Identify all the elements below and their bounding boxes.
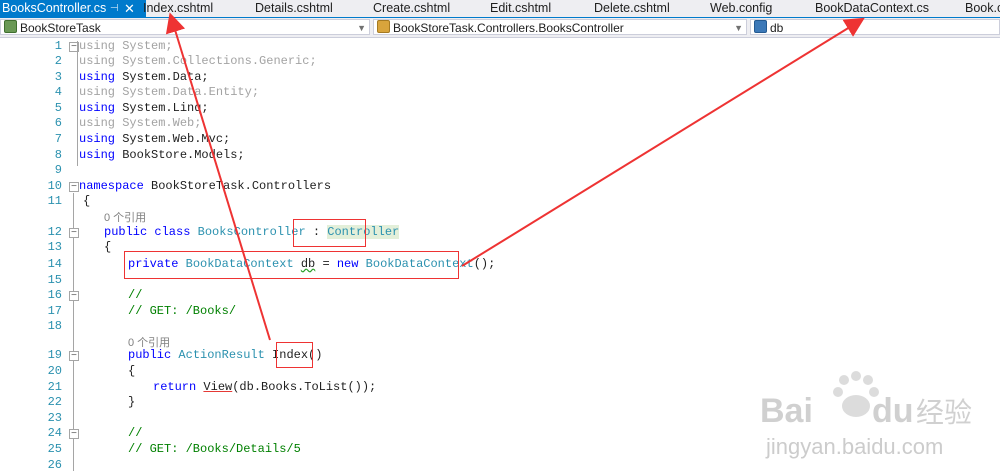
document-tab-strip: BooksController.cs ⊣ ✕ Index.cshtml Deta… bbox=[0, 0, 1000, 18]
tab-index-cshtml[interactable]: Index.cshtml bbox=[143, 0, 213, 17]
code-line: using System.Web.Mvc; bbox=[79, 132, 231, 146]
project-name: BookStoreTask bbox=[20, 21, 101, 35]
line-number: 20 bbox=[47, 364, 62, 378]
type-dropdown[interactable]: BookStoreTask.Controllers.BooksControlle… bbox=[373, 19, 747, 35]
code-line: // GET: /Books/ bbox=[128, 304, 237, 318]
svg-text:Bai: Bai bbox=[760, 392, 813, 430]
tab-label: Book.cs bbox=[965, 1, 1000, 15]
project-dropdown[interactable]: BookStoreTask ▼ bbox=[0, 19, 370, 35]
collapse-icon[interactable]: − bbox=[69, 228, 79, 239]
code-line: using System.Web; bbox=[79, 116, 202, 130]
member-name: db bbox=[770, 21, 784, 35]
csharp-project-icon bbox=[4, 20, 17, 33]
line-number: 1 bbox=[54, 39, 62, 53]
line-number: 14 bbox=[47, 257, 62, 271]
line-number: 5 bbox=[54, 101, 62, 115]
code-line: using System.Collections.Generic; bbox=[79, 54, 317, 68]
tab-label: Index.cshtml bbox=[143, 1, 214, 15]
tab-create-cshtml[interactable]: Create.cshtml bbox=[373, 0, 450, 17]
code-line: { bbox=[104, 240, 112, 254]
line-number: 4 bbox=[54, 85, 62, 99]
svg-text:du: du bbox=[872, 392, 914, 430]
code-line: using System.Data.Entity; bbox=[79, 85, 260, 99]
line-number: 7 bbox=[54, 132, 62, 146]
code-line: using System.Data; bbox=[79, 70, 209, 84]
line-number: 21 bbox=[47, 380, 62, 394]
chevron-down-icon: ▼ bbox=[357, 23, 366, 33]
code-line: // bbox=[128, 288, 143, 302]
tab-book-data-context[interactable]: BookDataContext.cs bbox=[815, 0, 929, 17]
line-number: 6 bbox=[54, 116, 62, 130]
line-number: 8 bbox=[54, 148, 62, 162]
line-number: 11 bbox=[47, 194, 62, 208]
type-name: BookStoreTask.Controllers.BooksControlle… bbox=[393, 21, 624, 35]
code-line: using BookStore.Models; bbox=[79, 148, 245, 162]
line-number: 12 bbox=[47, 225, 62, 239]
field-icon bbox=[754, 20, 767, 33]
tab-details-cshtml[interactable]: Details.cshtml bbox=[255, 0, 333, 17]
tab-books-controller[interactable]: BooksController.cs ⊣ ✕ bbox=[0, 0, 146, 17]
tab-label: Delete.cshtml bbox=[594, 1, 670, 15]
tab-edit-cshtml[interactable]: Edit.cshtml bbox=[490, 0, 551, 17]
line-number: 2 bbox=[54, 54, 62, 68]
close-icon[interactable]: ✕ bbox=[124, 0, 135, 17]
line-number: 18 bbox=[47, 319, 62, 333]
collapse-icon[interactable]: − bbox=[69, 182, 79, 193]
annotation-box-index bbox=[276, 342, 313, 368]
code-line: { bbox=[83, 194, 91, 208]
collapse-icon[interactable]: − bbox=[69, 291, 79, 302]
line-number: 25 bbox=[47, 442, 62, 456]
svg-text:jingyan.baidu.com: jingyan.baidu.com bbox=[765, 434, 943, 459]
line-number: 10 bbox=[47, 179, 62, 193]
tab-label: Web.config bbox=[710, 1, 773, 15]
line-number: 24 bbox=[47, 426, 62, 440]
tab-delete-cshtml[interactable]: Delete.cshtml bbox=[594, 0, 670, 17]
pin-icon[interactable]: ⊣ bbox=[110, 0, 119, 17]
line-number: 19 bbox=[47, 348, 62, 362]
class-icon bbox=[377, 20, 390, 33]
code-line: // bbox=[128, 426, 143, 440]
tab-label: Create.cshtml bbox=[373, 1, 451, 15]
tab-web-config[interactable]: Web.config bbox=[710, 0, 772, 17]
code-line: using System; bbox=[79, 39, 173, 53]
line-number: 9 bbox=[54, 163, 62, 177]
collapse-icon[interactable]: − bbox=[69, 351, 79, 362]
code-line: namespace BookStoreTask.Controllers bbox=[79, 179, 332, 193]
code-line: using System.Linq; bbox=[79, 101, 209, 115]
outline-guide bbox=[77, 41, 78, 166]
line-number: 15 bbox=[47, 273, 62, 287]
navigation-bar: BookStoreTask ▼ BookStoreTask.Controller… bbox=[0, 18, 1000, 38]
line-number: 13 bbox=[47, 240, 62, 254]
annotation-box-db-field bbox=[124, 251, 459, 279]
collapse-icon[interactable]: − bbox=[69, 429, 79, 440]
tab-label: Edit.cshtml bbox=[490, 1, 552, 15]
member-dropdown[interactable]: db bbox=[750, 19, 1000, 35]
tab-book-cs[interactable]: Book.cs bbox=[965, 0, 1000, 17]
line-number: 3 bbox=[54, 70, 62, 84]
code-line: { bbox=[128, 364, 136, 378]
line-number: 16 bbox=[47, 288, 62, 302]
line-number: 26 bbox=[47, 458, 62, 472]
reference-count[interactable]: 0 个引用 bbox=[104, 209, 146, 225]
line-number: 22 bbox=[47, 395, 62, 409]
tab-label: Details.cshtml bbox=[255, 1, 333, 15]
baidu-logo: Bai du 经验 jingyan.baidu.com bbox=[760, 371, 972, 459]
code-line: return View(db.Books.ToList()); bbox=[153, 380, 377, 394]
tab-label: BookDataContext.cs bbox=[815, 1, 929, 15]
line-number: 17 bbox=[47, 304, 62, 318]
tab-label: BooksController.cs bbox=[2, 1, 107, 15]
annotation-box-controller bbox=[293, 219, 366, 247]
baidu-jingyan-watermark: Bai du 经验 jingyan.baidu.com bbox=[760, 370, 990, 460]
chevron-down-icon: ▼ bbox=[734, 23, 743, 33]
line-number: 23 bbox=[47, 411, 62, 425]
svg-text:经验: 经验 bbox=[916, 396, 972, 429]
code-line: // GET: /Books/Details/5 bbox=[128, 442, 301, 456]
code-line: } bbox=[128, 395, 136, 409]
